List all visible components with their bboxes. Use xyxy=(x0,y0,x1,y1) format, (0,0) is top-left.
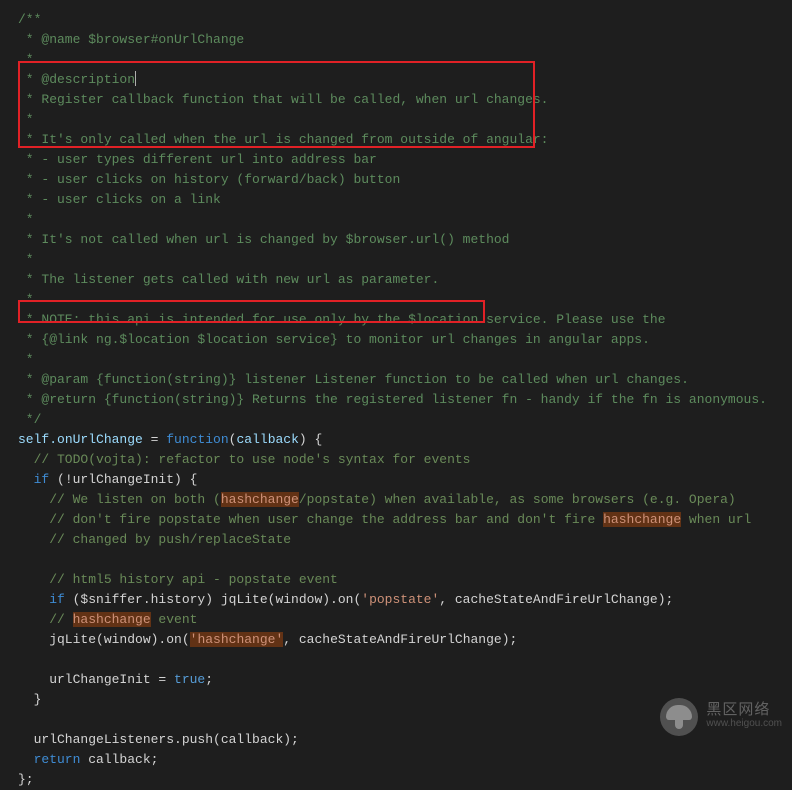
code-line: urlChangeListeners.push(callback); xyxy=(18,730,792,750)
comment-line: // don't fire popstate when user change … xyxy=(18,510,792,530)
token-param: callback xyxy=(236,432,298,447)
comment-line: * xyxy=(18,50,792,70)
comment-line-cursor: * @description xyxy=(18,70,792,90)
blank-line xyxy=(18,550,792,570)
highlight-hashchange: 'hashchange' xyxy=(190,632,284,647)
token: // don't fire popstate when user change … xyxy=(18,512,603,527)
comment-line: * @name $browser#onUrlChange xyxy=(18,30,792,50)
comment-line: * xyxy=(18,110,792,130)
token-keyword: if xyxy=(18,592,65,607)
comment-line: */ xyxy=(18,410,792,430)
code-line: self.onUrlChange = function(callback) { xyxy=(18,430,792,450)
code-line: return callback; xyxy=(18,750,792,770)
cursor xyxy=(135,71,136,86)
comment-line: * - user clicks on a link xyxy=(18,190,792,210)
comment-line: * @param {function(string)} listener Lis… xyxy=(18,370,792,390)
comment-line: // html5 history api - popstate event xyxy=(18,570,792,590)
token: // xyxy=(18,612,73,627)
code-line: } xyxy=(18,690,792,710)
code-editor[interactable]: /** * @name $browser#onUrlChange * * @de… xyxy=(18,10,792,790)
token-self: self xyxy=(18,432,49,447)
comment-line: * xyxy=(18,250,792,270)
comment-line: * It's not called when url is changed by… xyxy=(18,230,792,250)
highlight-hashchange: hashchange xyxy=(221,492,299,507)
comment-line: * xyxy=(18,350,792,370)
token: event xyxy=(151,612,198,627)
text: * @description xyxy=(18,72,135,87)
token: /popstate) when available, as some brows… xyxy=(299,492,736,507)
comment-line: * Register callback function that will b… xyxy=(18,90,792,110)
token: callback; xyxy=(80,752,158,767)
comment-line: // changed by push/replaceState xyxy=(18,530,792,550)
token: , cacheStateAndFireUrlChange); xyxy=(439,592,673,607)
comment-line: // TODO(vojta): refactor to use node's s… xyxy=(18,450,792,470)
token: when url xyxy=(681,512,751,527)
comment-line: * It's only called when the url is chang… xyxy=(18,130,792,150)
code-line: if (!urlChangeInit) { xyxy=(18,470,792,490)
comment-line: * The listener gets called with new url … xyxy=(18,270,792,290)
highlight-hashchange: hashchange xyxy=(73,612,151,627)
token-keyword: if xyxy=(18,472,49,487)
comment-line: * xyxy=(18,210,792,230)
comment-line: * - user clicks on history (forward/back… xyxy=(18,170,792,190)
comment-line: // hashchange event xyxy=(18,610,792,630)
code-line: }; xyxy=(18,770,792,790)
token: ($sniffer.history) jqLite(window).on( xyxy=(65,592,361,607)
comment-line: /** xyxy=(18,10,792,30)
token-string: 'popstate' xyxy=(361,592,439,607)
blank-line xyxy=(18,650,792,670)
token: jqLite(window).on( xyxy=(18,632,190,647)
blank-line xyxy=(18,710,792,730)
comment-line: * xyxy=(18,290,792,310)
comment-line: * - user types different url into addres… xyxy=(18,150,792,170)
token-bool: true xyxy=(174,672,205,687)
code-line: jqLite(window).on('hashchange', cacheSta… xyxy=(18,630,792,650)
comment-line: * NOTE: this api is intended for use onl… xyxy=(18,310,792,330)
token: ) { xyxy=(299,432,322,447)
code-line: urlChangeInit = true; xyxy=(18,670,792,690)
token-keyword: return xyxy=(18,752,80,767)
code-line: if ($sniffer.history) jqLite(window).on(… xyxy=(18,590,792,610)
comment-line: // We listen on both (hashchange/popstat… xyxy=(18,490,792,510)
token: = xyxy=(143,432,166,447)
token: , cacheStateAndFireUrlChange); xyxy=(283,632,517,647)
token: // We listen on both ( xyxy=(18,492,221,507)
token-prop: .onUrlChange xyxy=(49,432,143,447)
comment-line: * @return {function(string)} Returns the… xyxy=(18,390,792,410)
token-keyword: function xyxy=(166,432,228,447)
token: (!urlChangeInit) { xyxy=(49,472,197,487)
highlight-hashchange: hashchange xyxy=(603,512,681,527)
token: urlChangeInit = xyxy=(18,672,174,687)
token: ; xyxy=(205,672,213,687)
comment-line: * {@link ng.$location $location service}… xyxy=(18,330,792,350)
